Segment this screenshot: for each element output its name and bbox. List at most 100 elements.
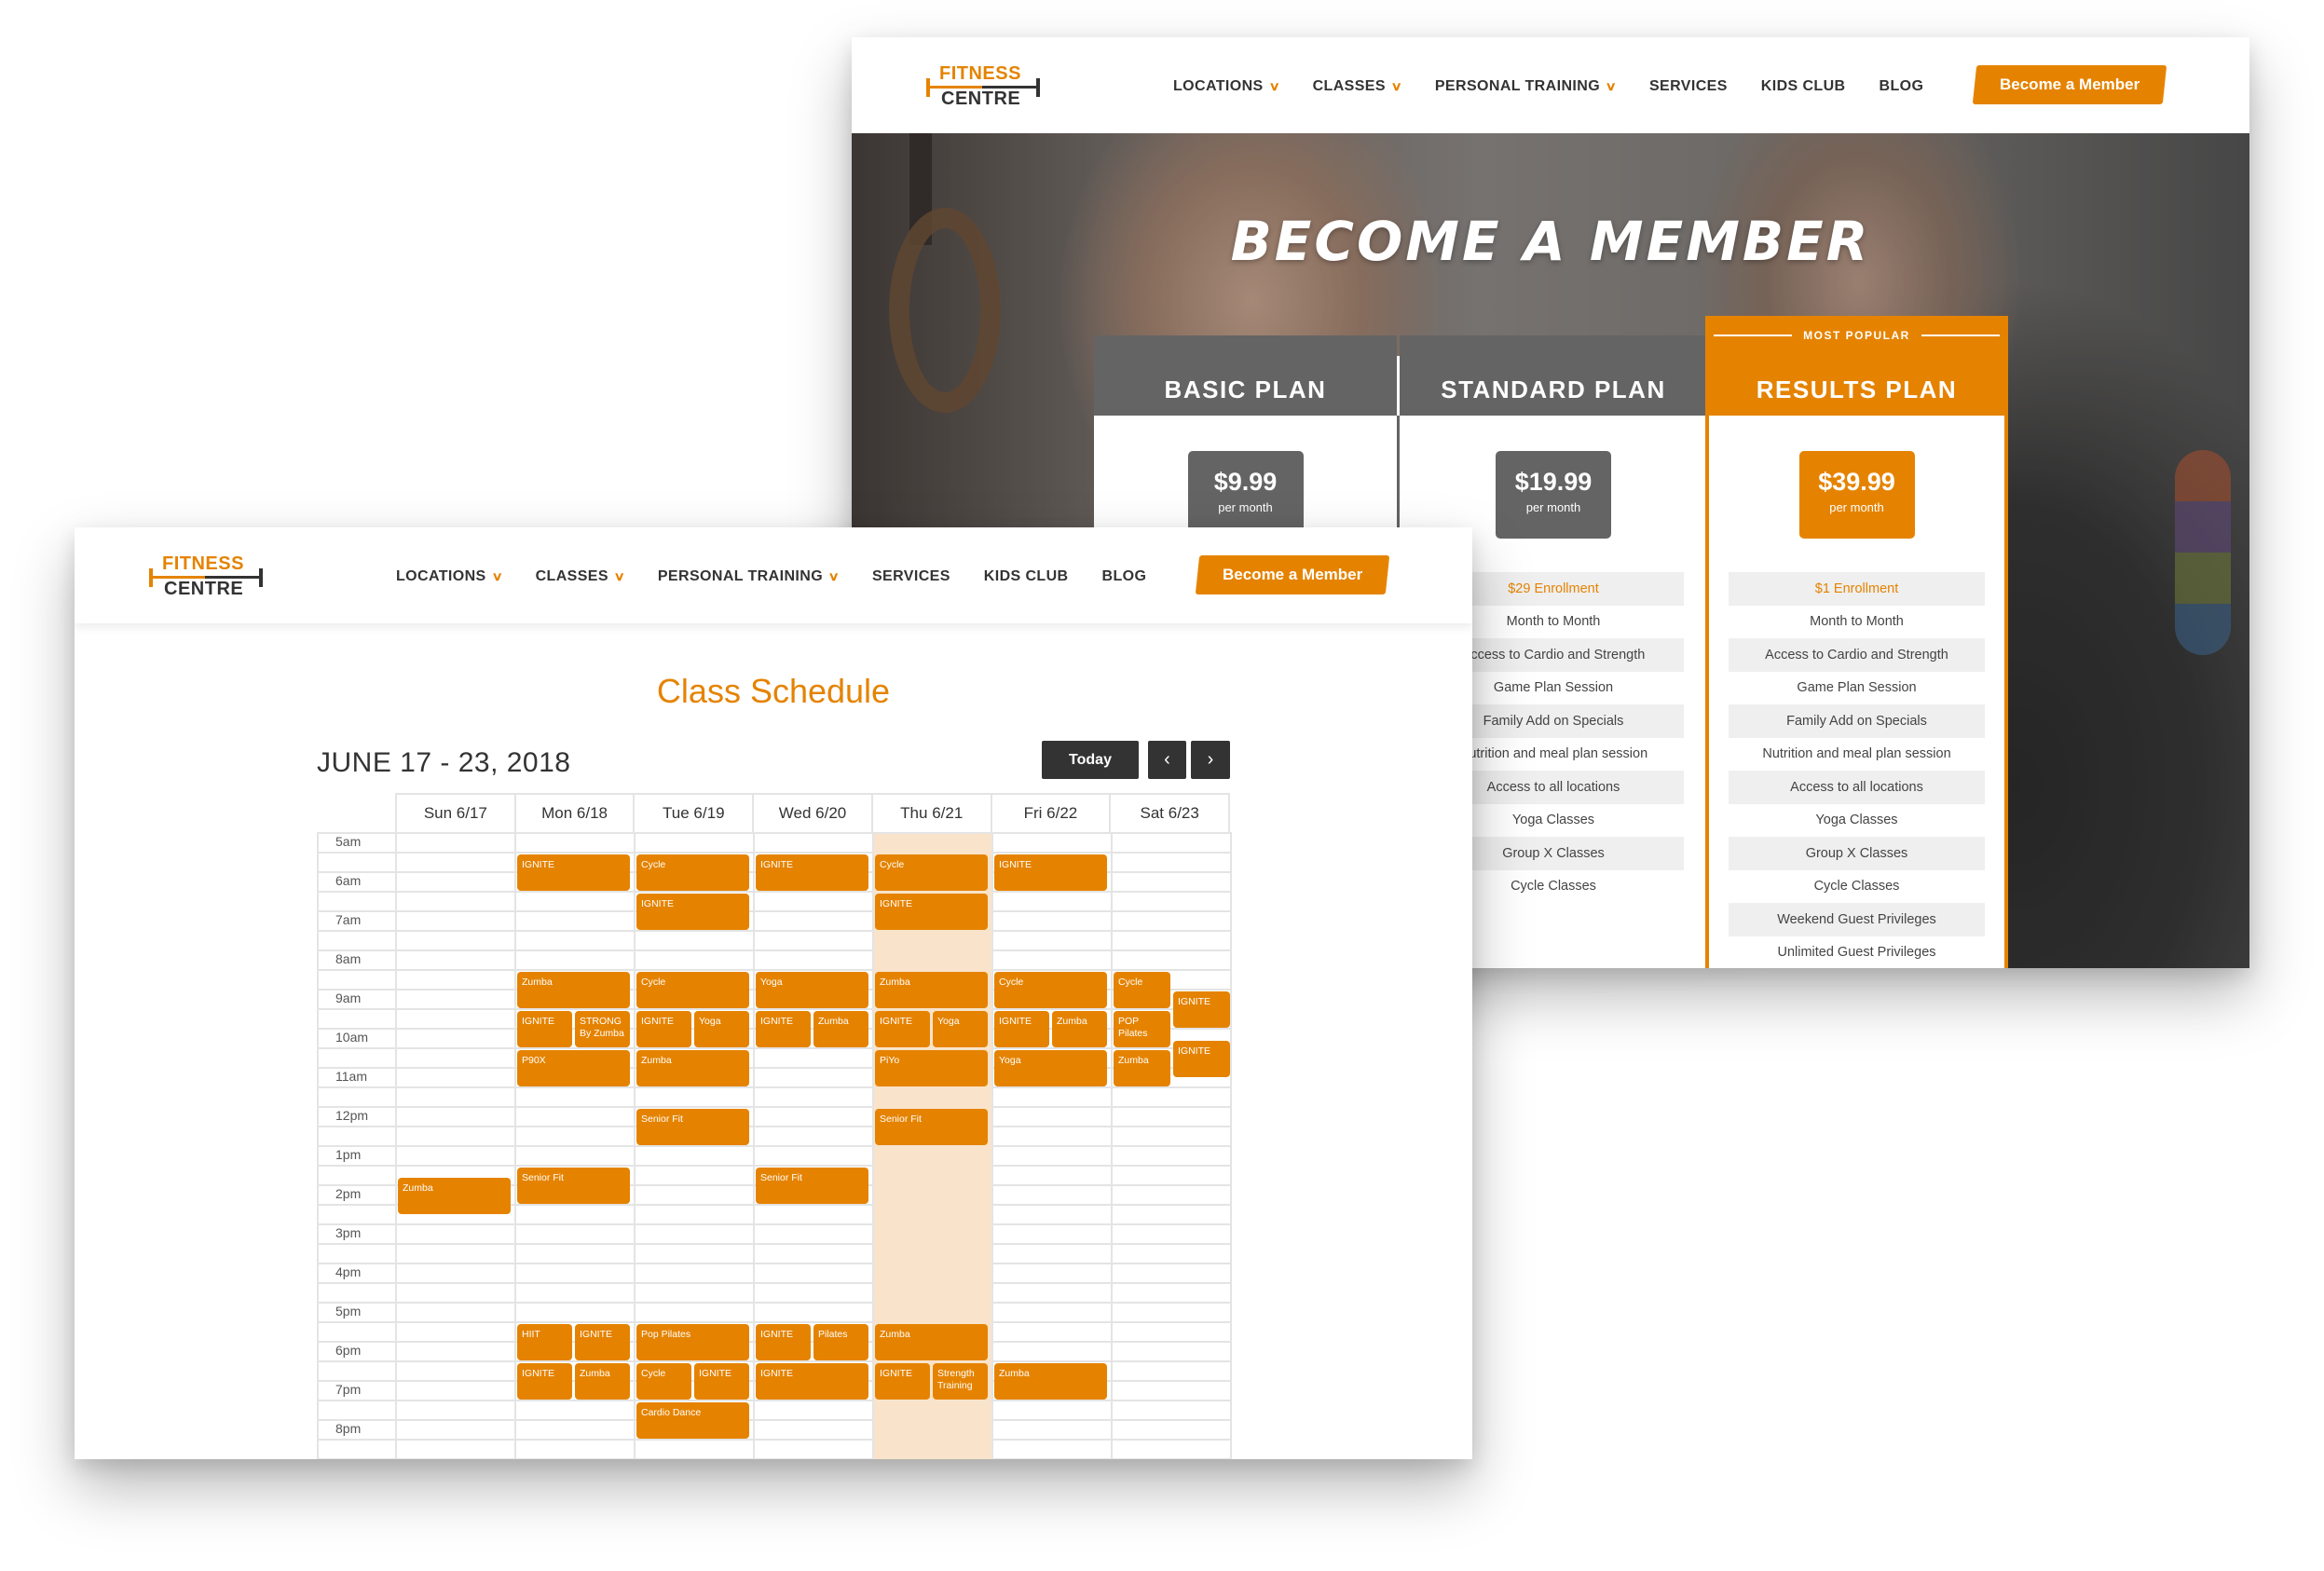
class-event[interactable]: Cycle (1114, 972, 1170, 1008)
class-event[interactable]: STRONG By Zumba (575, 1011, 630, 1047)
nav-services[interactable]: SERVICES (872, 568, 950, 585)
time-label: 6am (335, 873, 362, 888)
class-event[interactable]: Zumba (1114, 1050, 1170, 1086)
class-event[interactable]: Zumba (636, 1050, 749, 1086)
time-slot-row: 7am (317, 910, 1230, 930)
class-event[interactable]: IGNITE (875, 1011, 930, 1047)
week-date-range: JUNE 17 - 23, 2018 (317, 747, 571, 778)
plan-feature: Group X Classes (1729, 837, 1985, 870)
class-event[interactable]: IGNITE (994, 854, 1107, 891)
plan-feature: Cycle Classes (1813, 879, 1900, 895)
class-event[interactable]: IGNITE (756, 854, 868, 891)
class-event[interactable]: Cycle (636, 972, 749, 1008)
class-event[interactable]: Cycle (994, 972, 1107, 1008)
class-event[interactable]: Senior Fit (875, 1109, 988, 1145)
class-event[interactable]: Pop Pilates (636, 1324, 749, 1360)
time-label: 7pm (335, 1382, 362, 1397)
class-event[interactable]: IGNITE (1173, 991, 1230, 1028)
class-event[interactable]: IGNITE (636, 1011, 691, 1047)
plan-feature: Nutrition and meal plan session (1762, 746, 1951, 762)
plan-feature-list: $1 Enrollment Month to Month Access to Car… (1729, 572, 1985, 968)
nav-locations[interactable]: LOCATIONS ∨ (396, 568, 503, 585)
class-event[interactable]: Strength Training (933, 1363, 988, 1400)
class-event[interactable]: P90X (517, 1050, 630, 1086)
nav-blog[interactable]: BLOG (1880, 78, 1924, 95)
nav-locations[interactable]: LOCATIONS ∨ (1173, 78, 1280, 95)
plan-period: per month (1525, 500, 1581, 514)
schedule-content: Class Schedule JUNE 17 - 23, 2018 Today … (75, 623, 1472, 1459)
time-slot-row (317, 1086, 1230, 1106)
plan-feature: Unlimited Guest Privileges (1777, 945, 1936, 961)
nav-classes[interactable]: CLASSES ∨ (1313, 78, 1402, 95)
class-event[interactable]: Senior Fit (517, 1168, 630, 1204)
class-event[interactable]: Senior Fit (756, 1168, 868, 1204)
most-popular-badge: MOST POPULAR (1705, 329, 2008, 342)
class-event[interactable]: IGNITE (517, 1011, 572, 1047)
main-nav: LOCATIONS ∨ CLASSES ∨ PERSONAL TRAINING ∨ S… (1173, 73, 1957, 101)
class-event[interactable]: Zumba (875, 1324, 988, 1360)
class-event[interactable]: IGNITE (875, 894, 988, 930)
class-event[interactable]: Zumba (575, 1363, 630, 1400)
class-event[interactable]: Zumba (1052, 1011, 1107, 1047)
class-event[interactable]: POP Pilates (1114, 1011, 1170, 1047)
nav-kids-club[interactable]: KIDS CLUB (984, 568, 1069, 585)
nav-label: PERSONAL TRAINING (1434, 78, 1601, 94)
class-event[interactable]: Cardio Dance (636, 1402, 749, 1439)
today-button[interactable]: Today (1042, 741, 1139, 779)
time-label: 5pm (335, 1304, 362, 1318)
nav-personal-training[interactable]: PERSONAL TRAINING ∨ (658, 568, 841, 585)
class-event[interactable]: Zumba (994, 1363, 1107, 1400)
class-event[interactable]: IGNITE (517, 854, 630, 891)
plan-card-results: MOST POPULAR RESULTS PLAN $39.99 per mon… (1705, 316, 2008, 968)
class-event[interactable]: Cycle (875, 854, 988, 891)
cta-label: Become a Member (1222, 566, 1363, 583)
fitness-centre-logo[interactable]: FITNESS CENTRE (149, 553, 267, 602)
plan-price-badge: $19.99 per month (1496, 451, 1611, 539)
class-event[interactable]: Zumba (517, 972, 630, 1008)
class-event[interactable]: Zumba (875, 972, 988, 1008)
class-event[interactable]: IGNITE (756, 1363, 868, 1400)
class-event[interactable]: IGNITE (636, 894, 749, 930)
plan-feature: Access to Cardio and Strength (1729, 638, 1985, 672)
class-event[interactable]: Yoga (694, 1011, 749, 1047)
class-event[interactable]: IGNITE (1173, 1040, 1230, 1077)
class-event[interactable]: Pilates (813, 1324, 868, 1360)
time-label: 2pm (335, 1186, 362, 1201)
become-member-button[interactable]: Become a Member (1195, 555, 1390, 594)
time-label: 5am (335, 834, 362, 849)
class-event[interactable]: IGNITE (575, 1324, 630, 1360)
plan-body: $39.99 per month $1 Enrollment Month to M… (1709, 416, 2004, 968)
become-member-button[interactable]: Become a Member (1972, 65, 2167, 104)
class-event[interactable]: IGNITE (756, 1324, 811, 1360)
class-event[interactable]: IGNITE (517, 1363, 572, 1400)
prev-week-button[interactable]: ‹ (1148, 741, 1186, 779)
class-event[interactable]: Yoga (756, 972, 868, 1008)
class-event[interactable]: Yoga (933, 1011, 988, 1047)
chevron-down-icon: ∨ (827, 569, 841, 583)
nav-classes[interactable]: CLASSES ∨ (536, 568, 625, 585)
class-event[interactable]: Cycle (636, 1363, 691, 1400)
nav-personal-training[interactable]: PERSONAL TRAINING ∨ (1434, 78, 1617, 95)
class-event[interactable]: IGNITE (994, 1011, 1049, 1047)
column-divider (991, 832, 993, 1459)
class-event[interactable]: IGNITE (875, 1363, 930, 1400)
nav-kids-club[interactable]: KIDS CLUB (1761, 78, 1846, 95)
time-slot-row (317, 1126, 1230, 1145)
next-week-button[interactable]: › (1191, 741, 1230, 779)
fitness-centre-logo[interactable]: FITNESS CENTRE (926, 63, 1044, 112)
class-event[interactable]: IGNITE (756, 1011, 811, 1047)
time-slot-row (317, 1243, 1230, 1263)
class-event[interactable]: Zumba (813, 1011, 868, 1047)
class-event[interactable]: Zumba (398, 1177, 511, 1214)
class-event[interactable]: HIIT (517, 1324, 572, 1360)
class-event[interactable]: Cycle (636, 854, 749, 891)
class-event[interactable]: PiYo (875, 1050, 988, 1086)
class-event[interactable]: Yoga (994, 1050, 1107, 1086)
nav-services[interactable]: SERVICES (1649, 78, 1728, 95)
class-event[interactable]: Senior Fit (636, 1109, 749, 1145)
time-slot-row: 5pm (317, 1302, 1230, 1321)
plan-period: per month (1829, 500, 1884, 514)
time-slot-row (317, 930, 1230, 949)
nav-blog[interactable]: BLOG (1102, 568, 1147, 585)
class-event[interactable]: IGNITE (694, 1363, 749, 1400)
